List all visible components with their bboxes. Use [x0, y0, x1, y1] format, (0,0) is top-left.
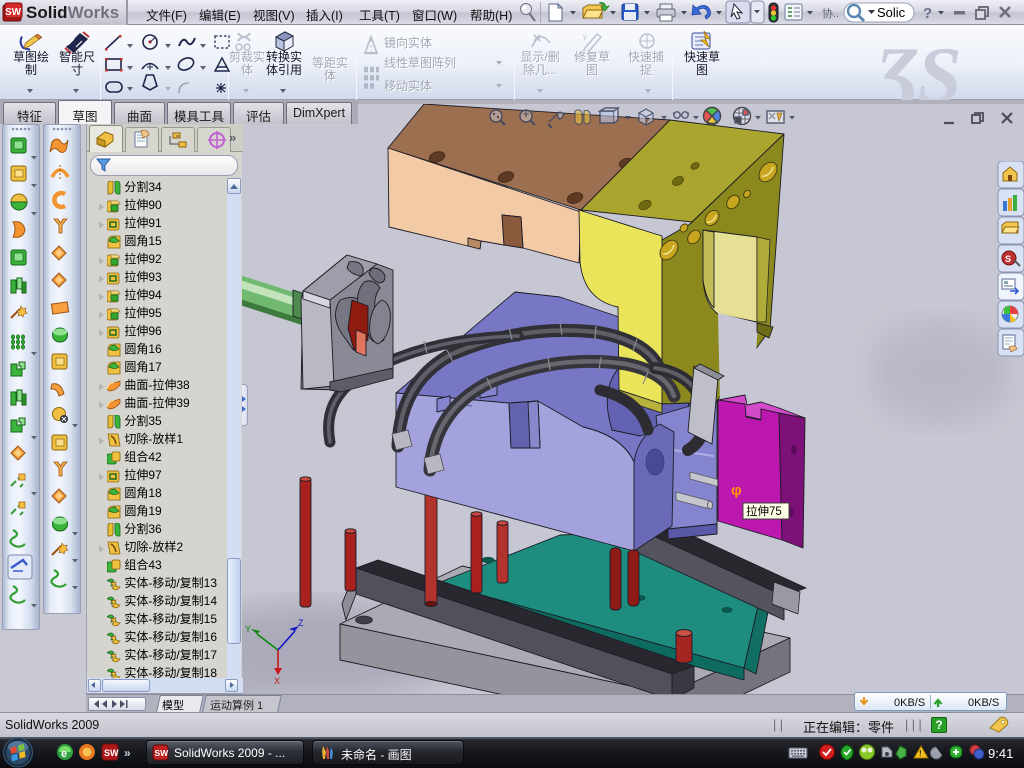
svg-text:SW: SW	[5, 7, 22, 18]
svg-text:Solic: Solic	[877, 5, 906, 20]
svg-text:SW: SW	[104, 748, 119, 758]
svg-text:X: X	[274, 676, 280, 686]
svg-text:y: y	[583, 32, 587, 41]
svg-text:φ: φ	[731, 482, 742, 499]
svg-text:!: !	[919, 749, 922, 758]
svg-text:SW: SW	[155, 748, 170, 758]
svg-text:Z: Z	[298, 618, 304, 628]
svg-text:0KB/S: 0KB/S	[968, 697, 999, 709]
svg-text:»: »	[124, 746, 131, 760]
svg-text:0KB/S: 0KB/S	[894, 697, 925, 709]
svg-text:e: e	[61, 748, 67, 760]
svg-text:拉伸75: 拉伸75	[746, 504, 782, 518]
svg-text:协..: 协..	[822, 6, 839, 20]
svg-text:Y: Y	[245, 624, 251, 634]
svg-text:S: S	[1005, 254, 1011, 264]
svg-text:?: ?	[923, 5, 932, 22]
